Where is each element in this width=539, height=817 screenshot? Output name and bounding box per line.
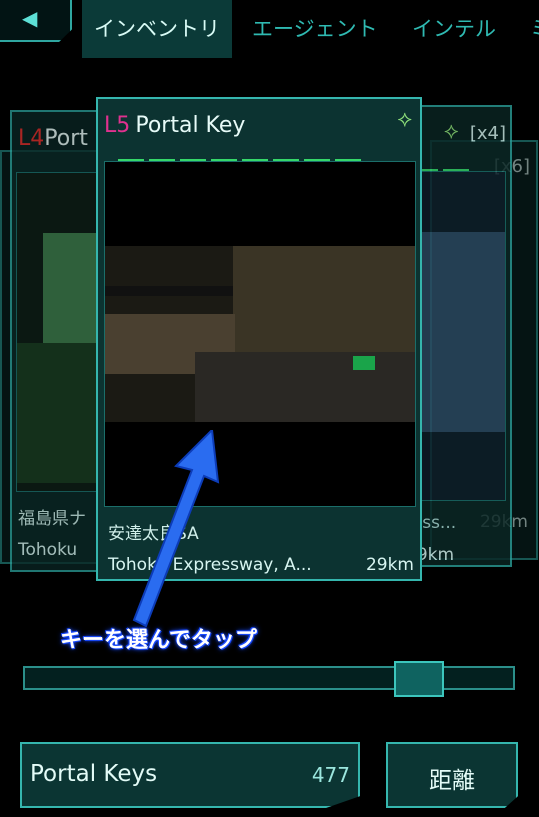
enlightened-faction-icon: ⟡	[397, 107, 412, 132]
tab-more[interactable]: ミ	[518, 0, 539, 58]
key-count: [x4]	[469, 123, 506, 144]
sort-distance-button[interactable]: 距離	[386, 742, 518, 808]
tab-intel[interactable]: インテル	[400, 0, 508, 58]
building-image	[417, 232, 505, 432]
portal-distance: 29km	[365, 555, 414, 575]
card-level: L4	[18, 126, 45, 151]
tap-hint-text: キーを選んでタップ	[60, 628, 257, 653]
portal-name: 福島県ナ	[18, 509, 86, 529]
tab-agent[interactable]: エージェント	[240, 0, 390, 58]
sort-label: 距離	[429, 768, 475, 794]
portal-address: Tohoku	[18, 540, 78, 560]
carousel-slider-thumb[interactable]	[394, 661, 445, 697]
card-title: Port	[44, 126, 88, 151]
tap-hint-arrow-icon	[132, 430, 220, 628]
item-count: 477	[311, 763, 350, 787]
enlightened-icon: ⟡	[444, 119, 459, 144]
card-title: Portal Key	[135, 113, 246, 138]
item-filter-button[interactable]: Portal Keys 477	[20, 742, 360, 808]
card-level: L5	[104, 113, 131, 138]
item-filter-label: Portal Keys	[30, 761, 158, 787]
back-arrow-icon[interactable]: ◀	[22, 8, 37, 28]
tab-inventory[interactable]: インベントリ	[82, 0, 232, 58]
sign-image	[353, 356, 375, 370]
rest-area-photo	[105, 246, 415, 422]
